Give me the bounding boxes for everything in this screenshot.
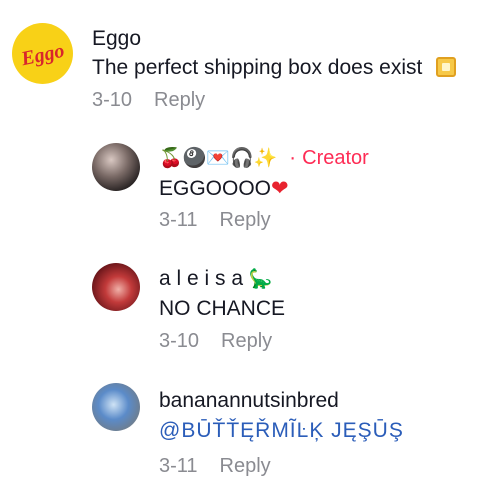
author-name[interactable]: a l e i s a 🦕 [159,267,273,291]
comment-date: 3-11 [159,209,198,231]
author-name-text: a l e i s a [159,267,244,290]
heart-emoji-icon: ❤ [271,176,289,200]
comment-text: NO CHANCE [159,297,286,320]
avatar-bananannutsinbred[interactable] [92,383,140,431]
dinosaur-emoji-icon: 🦕 [248,268,273,290]
author-name[interactable]: bananannutsinbred [159,389,339,413]
comment-date: 3-10 [92,89,133,111]
creator-separator: · [289,146,297,169]
comment-date: 3-10 [159,330,200,352]
comment-meta: 3-11 Reply [159,209,271,232]
author-name[interactable]: 🍒🎱💌🎧✨ · Creator [159,146,369,170]
box-emoji-icon [436,57,457,77]
eggo-logo-text: Eggo [18,40,66,71]
comment-text-body: The perfect shipping box does exist [92,56,423,79]
reply-button[interactable]: Reply [220,209,271,231]
creator-badge: Creator [302,147,369,169]
reply-button[interactable]: Reply [221,330,272,352]
avatar-aleisa[interactable] [92,263,140,311]
eggo-logo-icon: Eggo [18,40,66,71]
author-emoji-name: 🍒🎱💌🎧✨ [159,147,278,169]
comment-text-body: EGGOOOO [159,177,272,200]
author-name[interactable]: Eggo [92,27,141,51]
comment-meta: 3-10 Reply [159,330,272,353]
comment-creator-reply: 🍒🎱💌🎧✨ · Creator EGGOOOO❤ 3-11 Reply [0,125,496,245]
comment-meta: 3-10 Reply [92,89,205,112]
reply-button[interactable]: Reply [154,89,205,111]
avatar-creator[interactable] [92,143,140,191]
avatar-eggo[interactable]: Eggo [12,23,73,84]
comment-text: @BŪŤŤĘŘMĨĿĶ JĘŞŪŞ [159,419,404,443]
comment-eggo: Eggo Eggo The perfect shipping box does … [0,0,496,125]
comment-text: EGGOOOO❤ [159,176,289,201]
comment-text: The perfect shipping box does exist [92,56,457,80]
comment-date: 3-11 [159,455,198,477]
comment-meta: 3-11 Reply [159,455,271,478]
comment-aleisa: a l e i s a 🦕 NO CHANCE 3-10 Reply [0,245,496,370]
mention-link[interactable]: @BŪŤŤĘŘMĨĿĶ JĘŞŪŞ [159,419,404,442]
comment-bananannutsinbred: bananannutsinbred @BŪŤŤĘŘMĨĿĶ JĘŞŪŞ 3-11… [0,370,496,503]
reply-button[interactable]: Reply [220,455,271,477]
